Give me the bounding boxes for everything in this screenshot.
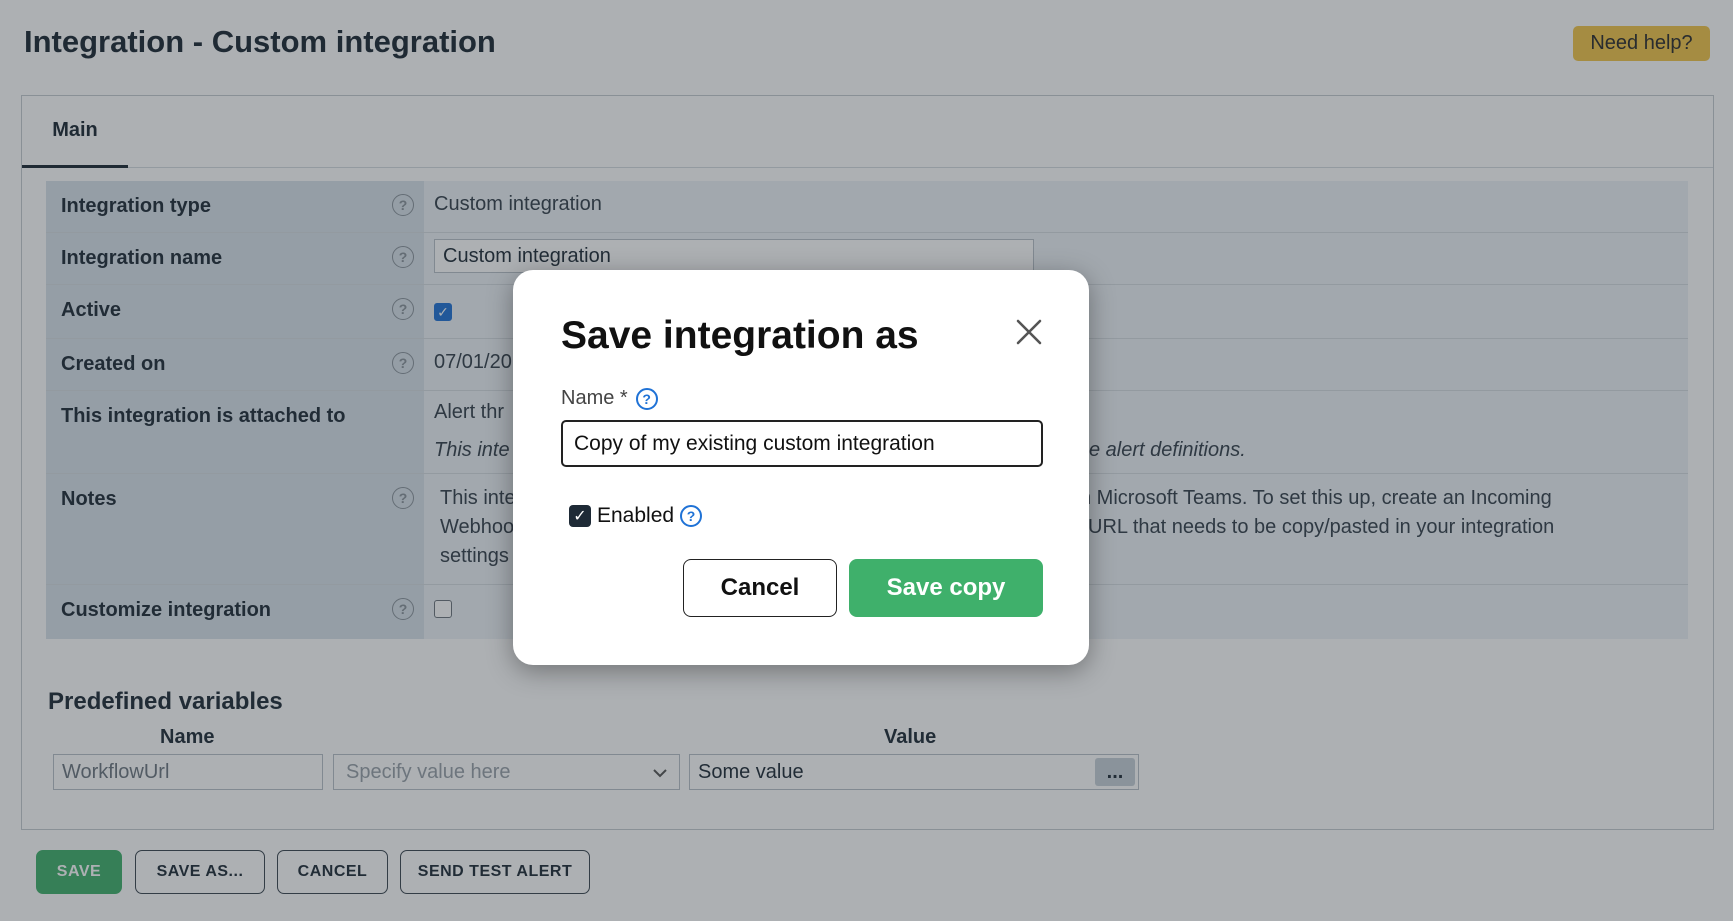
save-as-modal: Save integration as Name * ? Copy of my … bbox=[513, 270, 1089, 665]
info-icon[interactable]: ? bbox=[635, 387, 658, 410]
modal-name-label: Name * bbox=[561, 387, 628, 409]
enabled-label: Enabled bbox=[597, 504, 675, 527]
modal-name-input[interactable]: Copy of my existing custom integration bbox=[561, 420, 1043, 467]
close-icon[interactable] bbox=[1013, 316, 1045, 348]
modal-cancel-button[interactable]: Cancel bbox=[683, 559, 837, 617]
modal-save-copy-button[interactable]: Save copy bbox=[849, 559, 1043, 617]
info-icon[interactable]: ? bbox=[680, 505, 703, 527]
modal-title: Save integration as bbox=[561, 314, 919, 357]
enabled-checkbox[interactable]: ✓ bbox=[569, 505, 591, 527]
